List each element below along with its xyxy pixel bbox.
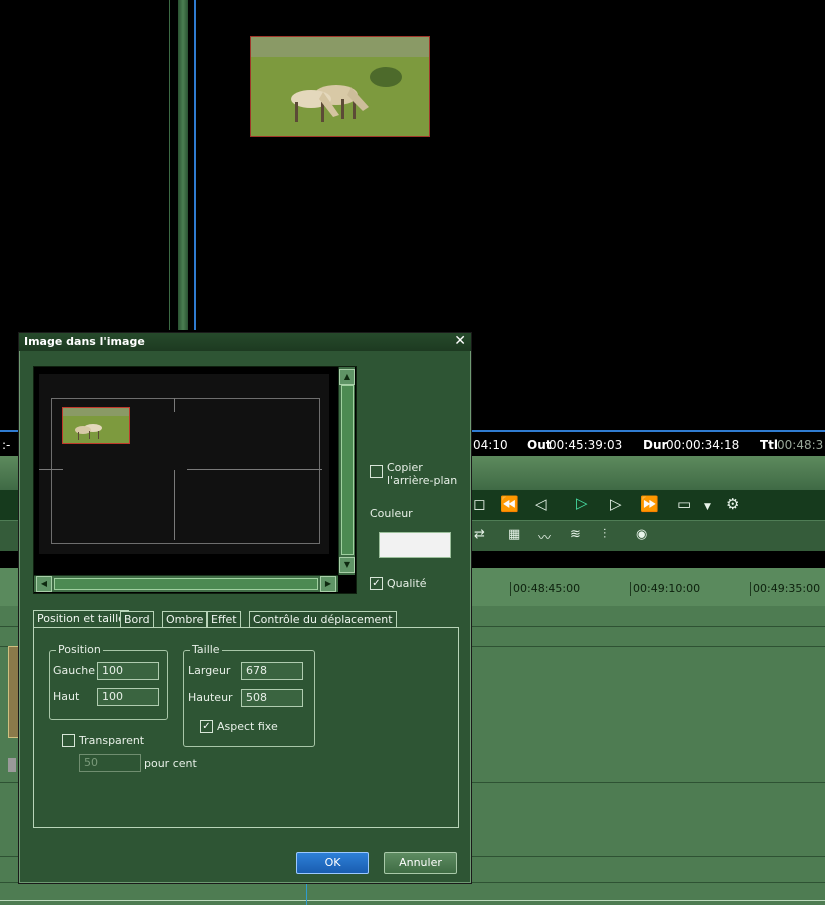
cancel-button[interactable]: Annuler (384, 852, 457, 874)
scroll-right-icon[interactable]: ▶ (320, 576, 336, 592)
dur-label: Dur (643, 438, 668, 452)
tab-panel: Position Gauche 100 Haut 100 Taille Larg… (33, 627, 459, 828)
ok-button[interactable]: OK (296, 852, 369, 874)
track-divider (169, 0, 170, 330)
guide-line (174, 398, 175, 412)
aspect-ratio-checkbox[interactable]: ✓ (200, 720, 213, 733)
stop-icon[interactable]: ◻ (473, 495, 485, 513)
output-icon[interactable]: ▭ (677, 495, 691, 513)
timecode-partial-left: :- (2, 438, 11, 452)
ruler-tick-label: 00:49:10:00 (633, 582, 701, 595)
dialog-title: Image dans l'image (24, 335, 145, 348)
grid-icon[interactable]: ▦ (508, 527, 520, 542)
playhead-line (194, 0, 196, 330)
scroll-up-icon[interactable]: ▲ (339, 369, 355, 385)
copy-background-label: l'arrière-plan (387, 474, 458, 487)
tab-motion-control[interactable]: Contrôle du déplacement (249, 611, 397, 628)
tab-effect[interactable]: Effet (207, 611, 241, 628)
quality-label: Qualité (387, 577, 427, 590)
aspect-ratio-label: Aspect fixe (217, 720, 278, 733)
height-input[interactable]: 508 (241, 689, 303, 707)
left-input[interactable]: 100 (97, 662, 159, 680)
left-label: Gauche (53, 664, 96, 677)
size-group: Taille Largeur 678 Hauteur 508 ✓ Aspect … (183, 643, 315, 747)
swap-icon[interactable]: ⇄ (474, 527, 485, 542)
guide-line (39, 469, 63, 470)
vertical-splitter[interactable] (178, 0, 188, 330)
top-input[interactable]: 100 (97, 688, 159, 706)
scroll-thumb[interactable] (54, 578, 318, 590)
percent-label: pour cent (144, 757, 197, 770)
horizontal-scrollbar[interactable]: ◀ ▶ (34, 575, 338, 592)
quality-checkbox[interactable]: ✓ (370, 577, 383, 590)
ruler-tick-label: 00:49:35:00 (753, 582, 821, 595)
play-icon[interactable]: ▷ (576, 494, 588, 512)
rewind-icon[interactable]: ⏪ (500, 495, 519, 513)
out-timecode: 00:45:39:03 (549, 438, 623, 452)
share-icon[interactable]: ⚙ (726, 495, 739, 513)
pip-canvas-frame: ▲ ▼ ◀ ▶ (33, 366, 357, 594)
close-icon[interactable]: ✕ (454, 333, 466, 349)
transparency-input[interactable]: 50 (79, 754, 141, 772)
position-group: Position Gauche 100 Haut 100 (49, 643, 168, 720)
top-label: Haut (53, 690, 80, 703)
scroll-thumb[interactable] (341, 385, 354, 555)
track-marker (8, 758, 16, 772)
pip-preview-image (250, 36, 430, 137)
audio-wave-small-icon[interactable]: ≋ (570, 527, 581, 542)
tab-shadow[interactable]: Ombre (162, 611, 208, 628)
color-swatch[interactable] (379, 532, 451, 558)
height-label: Hauteur (188, 691, 233, 704)
ttl-timecode: 00:48:3 (777, 438, 824, 452)
next-frame-icon[interactable]: ▷ (610, 495, 622, 513)
chevron-down-icon[interactable]: ▼ (704, 498, 711, 516)
color-label: Couleur (370, 507, 413, 520)
mixer-icon[interactable]: ⫶ (603, 527, 606, 542)
guide-line (187, 469, 322, 470)
copy-background-label: Copier (387, 461, 423, 474)
color-wheel-icon[interactable]: ◉ (636, 527, 647, 542)
pip-canvas[interactable] (39, 374, 329, 554)
tab-border[interactable]: Bord (120, 611, 154, 628)
audio-wave-icon[interactable]: 〰 (538, 527, 551, 546)
guide-line (174, 470, 175, 540)
position-group-title: Position (56, 643, 103, 656)
dur-timecode: 00:00:34:18 (666, 438, 740, 452)
pip-dialog: Image dans l'image ✕ ▲ ▼ ◀ ▶ Copier l'ar… (18, 332, 472, 884)
out-label: Out (527, 438, 552, 452)
scroll-down-icon[interactable]: ▼ (339, 557, 355, 573)
pip-overlay-image[interactable] (62, 407, 130, 444)
copy-background-checkbox[interactable] (370, 465, 383, 478)
fast-forward-icon[interactable]: ⏩ (640, 495, 659, 513)
transparent-checkbox[interactable] (62, 734, 75, 747)
width-label: Largeur (188, 664, 231, 677)
prev-frame-icon[interactable]: ◁ (535, 495, 547, 513)
dialog-titlebar[interactable]: Image dans l'image ✕ (19, 333, 471, 351)
size-group-title: Taille (190, 643, 222, 656)
ruler-tick-label: 00:48:45:00 (513, 582, 581, 595)
ttl-label: Ttl (760, 438, 779, 452)
vertical-scrollbar[interactable]: ▲ ▼ (338, 367, 355, 575)
transparent-label: Transparent (79, 734, 145, 747)
width-input[interactable]: 678 (241, 662, 303, 680)
scroll-left-icon[interactable]: ◀ (36, 576, 52, 592)
in-timecode-partial: 04:10 (473, 438, 508, 452)
